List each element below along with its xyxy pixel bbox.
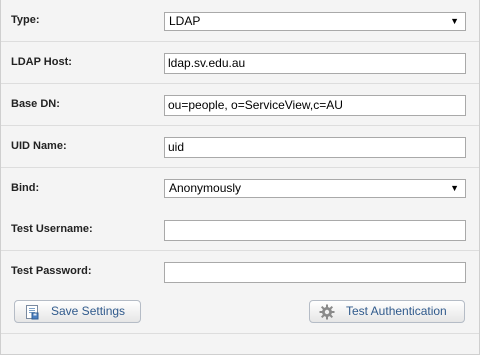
ldap-host-label: LDAP Host: [11,56,72,68]
save-settings-button[interactable]: Save Settings [14,300,141,323]
type-label: Type: [11,14,40,26]
uid-name-label: UID Name: [11,140,67,152]
save-settings-label: Save Settings [51,304,126,318]
ldap-settings-panel: Type: LDAP ▼ LDAP Host: ldap.sv.edu.au B… [0,0,480,355]
test-password-row: Test Password: [1,251,479,293]
type-select-value: LDAP [169,14,201,28]
chevron-down-icon: ▼ [450,16,459,26]
bind-row: Bind: Anonymously ▼ [1,168,479,210]
bind-select[interactable]: Anonymously ▼ [164,179,466,198]
test-authentication-button[interactable]: Test Authentication [309,300,465,323]
test-username-input[interactable] [164,220,466,241]
button-bar: Save Settings Test Authentication [1,292,479,334]
base-dn-label: Base DN: [11,98,60,110]
save-settings-icon [24,304,40,320]
chevron-down-icon: ▼ [450,183,459,193]
type-row: Type: LDAP ▼ [1,0,479,42]
panel-footer [1,334,479,354]
base-dn-input[interactable]: ou=people, o=ServiceView,c=AU [164,95,466,116]
ldap-host-row: LDAP Host: ldap.sv.edu.au [1,42,479,84]
uid-name-row: UID Name: uid [1,126,479,168]
ldap-host-input[interactable]: ldap.sv.edu.au [164,53,466,74]
test-password-input[interactable] [164,262,466,283]
bind-select-value: Anonymously [169,181,242,195]
test-username-row: Test Username: [1,209,479,251]
test-password-label: Test Password: [11,265,92,277]
gear-icon [319,304,335,320]
bind-label: Bind: [11,182,40,194]
type-select[interactable]: LDAP ▼ [164,12,466,31]
test-authentication-label: Test Authentication [346,304,447,318]
base-dn-row: Base DN: ou=people, o=ServiceView,c=AU [1,84,479,126]
test-username-label: Test Username: [11,223,93,235]
uid-name-input[interactable]: uid [164,137,466,158]
